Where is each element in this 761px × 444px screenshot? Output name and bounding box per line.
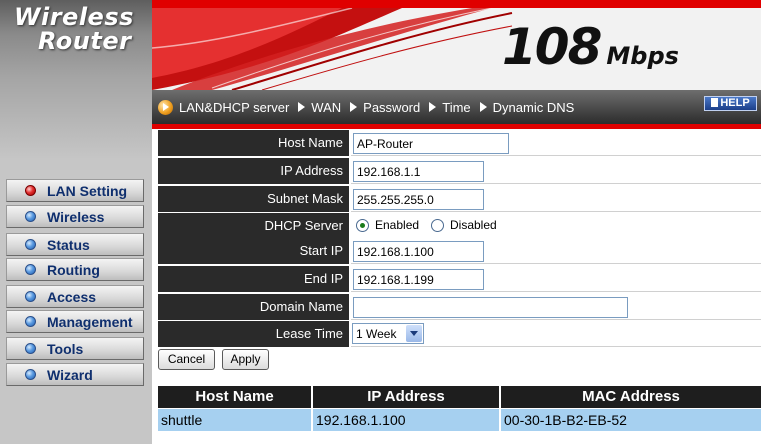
tab-dynamic-dns[interactable]: Dynamic DNS	[479, 99, 575, 115]
sidebar-item-label: Wireless	[47, 209, 105, 225]
dhcp-server-row: DHCP Server Enabled Disabled	[158, 213, 761, 239]
host-name-label: Host Name	[158, 130, 349, 156]
end-ip-label: End IP	[158, 266, 349, 292]
dhcp-disabled-radio[interactable]	[431, 219, 444, 232]
tab-wan[interactable]: WAN	[298, 100, 341, 115]
end-ip-row: End IP	[158, 266, 761, 292]
bullet-icon	[25, 291, 36, 302]
current-tab-arrow-icon	[158, 99, 173, 115]
ip-address-label: IP Address	[158, 158, 349, 184]
sidebar-decor	[0, 76, 152, 160]
tab-label: WAN	[311, 99, 342, 115]
domain-name-label: Domain Name	[158, 294, 349, 320]
domain-name-row: Domain Name	[158, 294, 761, 320]
column-header-mac-address: MAC Address	[501, 386, 761, 408]
cell-mac-address: 00-30-1B-B2-EB-52	[501, 409, 761, 431]
help-icon	[711, 98, 719, 107]
triangle-arrow-icon	[298, 102, 306, 112]
help-button[interactable]: HELP	[704, 96, 757, 111]
cancel-button[interactable]: Cancel	[158, 349, 215, 370]
sidebar-item-label: LAN Setting	[47, 183, 128, 199]
domain-name-input[interactable]	[353, 297, 628, 318]
host-name-row: Host Name	[158, 130, 761, 156]
host-name-input[interactable]	[353, 133, 509, 154]
sidebar-item-lan-setting[interactable]: LAN Setting	[6, 179, 144, 202]
bullet-icon	[25, 316, 36, 327]
sidebar-item-label: Access	[47, 289, 97, 305]
bullet-icon	[25, 343, 36, 354]
sidebar-item-label: Wizard	[47, 367, 93, 383]
dhcp-enabled-radio[interactable]	[356, 219, 369, 232]
speed-logo: 108 Mbps	[502, 18, 679, 76]
ip-address-input[interactable]	[353, 161, 484, 182]
brand-logo: Wireless Router	[0, 0, 152, 76]
lease-time-select[interactable]: 1 Week	[352, 323, 424, 344]
end-ip-input[interactable]	[353, 269, 484, 290]
brand-line-2: Router	[38, 27, 132, 55]
subnet-mask-input[interactable]	[353, 189, 484, 210]
ip-address-row: IP Address	[158, 158, 761, 184]
dhcp-client-table-header: Host Name IP Address MAC Address	[158, 386, 761, 408]
tab-lan-dhcp-server[interactable]: LAN&DHCP server	[158, 99, 290, 115]
triangle-arrow-icon	[479, 102, 487, 112]
dhcp-disabled-label: Disabled	[450, 218, 497, 232]
sidebar-item-label: Status	[47, 237, 90, 253]
sidebar: Wireless Router LAN Setting Wireless Sta…	[0, 0, 152, 444]
chevron-down-icon	[406, 325, 422, 342]
sidebar-item-label: Routing	[47, 262, 100, 278]
header-accent-bar	[152, 0, 761, 8]
bullet-icon	[25, 264, 36, 275]
sidebar-item-routing[interactable]: Routing	[6, 258, 144, 281]
bullet-icon	[25, 369, 36, 380]
speed-unit: Mbps	[606, 42, 679, 70]
lease-time-value: 1 Week	[356, 327, 397, 341]
sidebar-item-access[interactable]: Access	[6, 285, 144, 308]
sidebar-item-wireless[interactable]: Wireless	[6, 205, 144, 228]
column-header-host-name: Host Name	[158, 386, 311, 408]
subnet-mask-label: Subnet Mask	[158, 186, 349, 212]
tab-password[interactable]: Password	[350, 100, 420, 115]
start-ip-input[interactable]	[353, 241, 484, 262]
table-row[interactable]: shuttle 192.168.1.100 00-30-1B-B2-EB-52	[158, 409, 761, 431]
tab-label: LAN&DHCP server	[179, 99, 290, 115]
dhcp-server-label: DHCP Server	[158, 213, 349, 239]
sidebar-item-wizard[interactable]: Wizard	[6, 363, 144, 386]
bullet-icon	[25, 239, 36, 250]
bullet-icon	[25, 211, 36, 222]
sidebar-item-status[interactable]: Status	[6, 233, 144, 256]
help-label: HELP	[720, 97, 750, 109]
tab-time[interactable]: Time	[429, 99, 471, 115]
lease-time-label: Lease Time	[158, 321, 349, 347]
speed-number: 108	[502, 18, 602, 76]
tab-label: Time	[442, 99, 471, 115]
dhcp-enabled-label: Enabled	[375, 218, 420, 232]
apply-button[interactable]: Apply	[222, 349, 269, 370]
sidebar-item-tools[interactable]: Tools	[6, 337, 144, 360]
header-banner: 108 Mbps	[152, 8, 761, 90]
triangle-arrow-icon	[429, 102, 437, 112]
tab-label: Dynamic DNS	[492, 99, 575, 115]
column-header-ip-address: IP Address	[313, 386, 499, 408]
sidebar-item-label: Tools	[47, 341, 84, 357]
subnet-mask-row: Subnet Mask	[158, 186, 761, 212]
sidebar-item-management[interactable]: Management	[6, 310, 144, 333]
active-bullet-icon	[25, 185, 36, 196]
start-ip-row: Start IP	[158, 238, 761, 264]
lease-time-row: Lease Time 1 Week	[158, 321, 761, 347]
start-ip-label: Start IP	[158, 238, 349, 264]
top-navigation: LAN&DHCP server WAN Password Time Dynami…	[152, 90, 761, 124]
triangle-arrow-icon	[350, 102, 358, 112]
cell-host-name: shuttle	[158, 409, 311, 431]
cell-ip-address: 192.168.1.100	[313, 409, 499, 431]
sidebar-item-label: Management	[47, 314, 133, 330]
tab-label: Password	[363, 99, 421, 115]
